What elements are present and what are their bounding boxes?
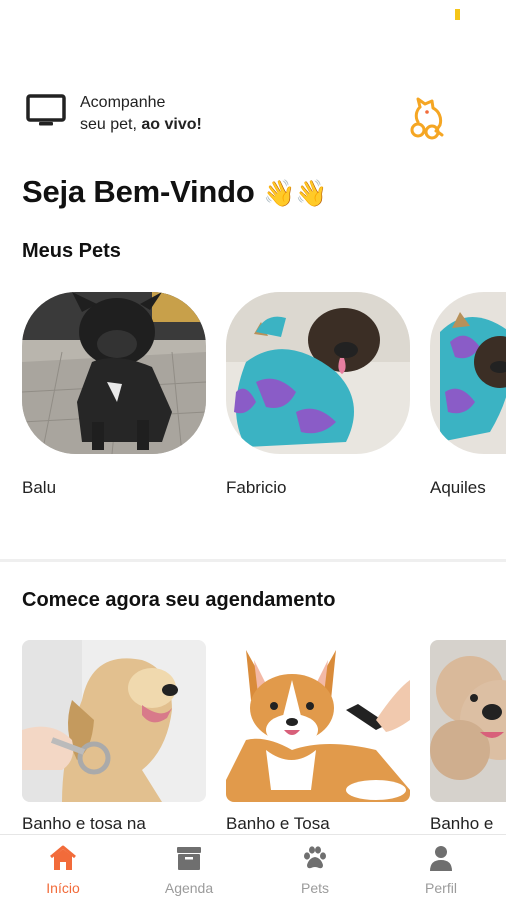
- home-icon: [50, 845, 76, 870]
- service-photo-image: [22, 640, 206, 802]
- service-name: Banho e Tosa: [226, 814, 330, 833]
- service-photo-image: [430, 640, 506, 802]
- service-photo: [22, 640, 206, 802]
- service-photo: [430, 640, 506, 802]
- pet-photo-image: [226, 292, 410, 454]
- live-line-1: Acompanhe: [80, 94, 166, 111]
- pet-card-aquiles[interactable]: Aquiles: [430, 292, 506, 497]
- service-card-banho-tosa[interactable]: Banho e Tosa: [226, 640, 410, 833]
- tv-icon: [26, 94, 66, 126]
- pets-carousel[interactable]: Balu Fabricio Aquiles: [22, 292, 506, 507]
- pet-photo-image: [22, 292, 206, 454]
- live-view-text: Acompanhe seu pet, ao vivo!: [80, 92, 202, 136]
- pet-card-fabricio[interactable]: Fabricio: [226, 292, 410, 497]
- service-name: Banho e: [430, 814, 494, 833]
- live-line-2-bold: ao vivo!: [141, 116, 202, 133]
- schedule-section-title: Comece agora seu agendamento: [22, 589, 336, 611]
- pet-photo: [226, 292, 410, 454]
- service-name: Banho e tosa na: [22, 814, 146, 833]
- pet-photo-image: [430, 292, 506, 454]
- status-indicator: [455, 9, 460, 20]
- pet-name: Fabricio: [226, 478, 287, 497]
- services-carousel[interactable]: Banho e tosa na Banho e Tosa Banho e: [22, 640, 506, 835]
- pet-name: Aquiles: [430, 478, 486, 497]
- live-line-2: seu pet, ao vivo!: [80, 114, 202, 136]
- nav-label: Pets: [300, 880, 329, 896]
- paw-icon: [304, 846, 326, 869]
- nav-label: Início: [46, 880, 80, 896]
- bottom-nav: Início Agenda Pets Perfil: [0, 834, 506, 900]
- nav-item-inicio[interactable]: Início: [0, 835, 126, 900]
- pet-photo: [430, 292, 506, 454]
- calendar-icon: [177, 847, 201, 870]
- pet-card-balu[interactable]: Balu: [22, 292, 206, 497]
- nav-item-pets[interactable]: Pets: [252, 835, 378, 900]
- welcome-heading: Seja Bem-Vindo 👋👋: [22, 174, 328, 210]
- wave-emoji: 👋👋: [263, 179, 328, 209]
- nav-label: Agenda: [164, 880, 214, 896]
- live-line-2-prefix: seu pet,: [80, 116, 142, 133]
- section-divider: [0, 559, 506, 562]
- nav-item-perfil[interactable]: Perfil: [378, 835, 504, 900]
- service-card-banho[interactable]: Banho e: [430, 640, 506, 833]
- service-photo-image: [226, 640, 410, 802]
- service-photo: [226, 640, 410, 802]
- pets-section-title: Meus Pets: [22, 240, 121, 262]
- nav-item-agenda[interactable]: Agenda: [126, 835, 252, 900]
- service-card-banho-tosa-na[interactable]: Banho e tosa na: [22, 640, 206, 833]
- user-icon: [430, 846, 452, 871]
- welcome-title: Seja Bem-Vindo: [22, 174, 255, 209]
- pet-photo: [22, 292, 206, 454]
- live-view-banner[interactable]: Acompanhe seu pet, ao vivo!: [22, 90, 492, 146]
- pet-logo-icon: [410, 97, 444, 140]
- pet-name: Balu: [22, 478, 57, 497]
- nav-label: Perfil: [425, 880, 457, 896]
